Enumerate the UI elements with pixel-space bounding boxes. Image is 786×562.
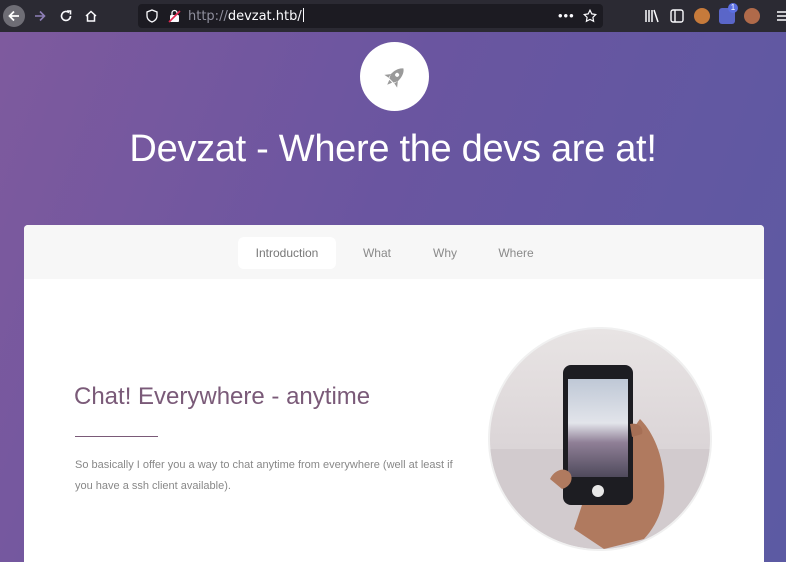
phone-in-hand-image bbox=[490, 329, 710, 549]
reload-icon bbox=[60, 10, 72, 22]
tab-why[interactable]: Why bbox=[418, 237, 472, 269]
arrow-right-icon bbox=[35, 10, 46, 22]
phone-photo bbox=[490, 329, 710, 549]
url-host: devzat.htb/ bbox=[227, 9, 302, 24]
site-logo bbox=[360, 42, 429, 111]
tab-where[interactable]: Where bbox=[486, 237, 546, 269]
extension-puzzle-icon[interactable]: 1 bbox=[719, 3, 738, 24]
intro-paragraph: So basically I offer you a way to chat a… bbox=[75, 459, 453, 492]
notification-badge: 1 bbox=[728, 3, 738, 13]
browser-toolbar: http://devzat.htb/ ••• 1 bbox=[0, 0, 786, 32]
rocket-icon bbox=[383, 67, 404, 88]
library-icon[interactable] bbox=[644, 9, 660, 23]
shield-icon[interactable] bbox=[146, 9, 158, 23]
section-nav: Introduction What Why Where bbox=[24, 225, 764, 279]
url-text[interactable]: http://devzat.htb/ bbox=[188, 8, 304, 24]
home-icon bbox=[85, 10, 97, 22]
back-button[interactable] bbox=[3, 5, 25, 27]
page-viewport: Devzat - Where the devs are at! Introduc… bbox=[0, 32, 786, 562]
tab-what[interactable]: What bbox=[350, 237, 404, 269]
home-button[interactable] bbox=[80, 5, 102, 27]
tab-introduction[interactable]: Introduction bbox=[238, 237, 336, 269]
forward-button[interactable] bbox=[29, 5, 51, 27]
reload-button[interactable] bbox=[55, 5, 77, 27]
star-icon[interactable] bbox=[583, 9, 597, 23]
page-actions-button[interactable]: ••• bbox=[558, 8, 575, 23]
profile-avatar-icon[interactable] bbox=[744, 8, 760, 24]
heading-divider bbox=[75, 436, 158, 437]
hero-title: Devzat - Where the devs are at! bbox=[129, 128, 657, 170]
arrow-left-icon bbox=[8, 10, 19, 22]
content-card: Introduction What Why Where Chat! Everyw… bbox=[24, 225, 764, 562]
url-protocol: http:// bbox=[188, 9, 228, 24]
address-bar[interactable]: http://devzat.htb/ ••• bbox=[138, 4, 603, 28]
section-heading: Chat! Everywhere - anytime bbox=[74, 383, 371, 410]
menu-icon[interactable] bbox=[776, 9, 786, 23]
ellipsis-icon: ••• bbox=[558, 8, 575, 23]
extension-icon[interactable] bbox=[694, 8, 710, 24]
insecure-lock-icon[interactable] bbox=[168, 9, 181, 23]
text-caret bbox=[302, 8, 304, 22]
sidebar-icon[interactable] bbox=[670, 9, 684, 23]
